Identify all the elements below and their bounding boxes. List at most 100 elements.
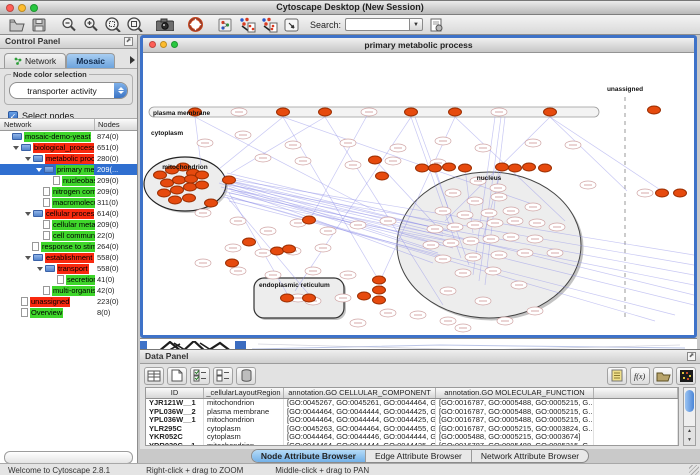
float-panel-icon[interactable]: ⬈ xyxy=(124,37,133,46)
table-row[interactable]: YJR121W__1mitochondrion[GO:0045267, GO:0… xyxy=(146,399,678,408)
import-attributes-icon[interactable] xyxy=(653,367,673,385)
tab-mosaic[interactable]: Mosaic xyxy=(66,53,115,68)
zoom-selected-region-icon[interactable] xyxy=(104,17,122,33)
zoom-out-icon[interactable] xyxy=(60,17,78,33)
tree-row-macromolecule[interactable]: macromolecule311(0) xyxy=(0,197,137,208)
tree-row-secretion[interactable]: secretion41(0) xyxy=(0,274,137,285)
graph-node[interactable] xyxy=(169,196,182,204)
tree-row-cellular-metabo[interactable]: cellular metabo209(0) xyxy=(0,219,137,230)
tree-row-primary-metabol[interactable]: primary metabol209(... xyxy=(0,164,137,175)
tree-row-metabolic-process[interactable]: metabolic process280(0) xyxy=(0,153,137,164)
tree-row-multi-organism-pro[interactable]: multi-organism pro42(0) xyxy=(0,285,137,296)
graph-node[interactable] xyxy=(303,216,316,224)
graph-node[interactable] xyxy=(184,183,197,191)
attribute-notes-icon[interactable] xyxy=(607,367,627,385)
table-column-header[interactable]: annotation.GO MOLECULAR_FUNCTION xyxy=(436,388,594,398)
export-network-image-icon[interactable] xyxy=(156,17,174,33)
graph-node[interactable] xyxy=(281,294,294,302)
table-column-header[interactable]: _cellularLayoutRegion xyxy=(204,388,284,398)
table-scrollbar-arrows[interactable]: ▲▼ xyxy=(684,426,695,445)
select-attributes-icon[interactable] xyxy=(190,367,210,385)
expander-icon[interactable] xyxy=(37,267,43,271)
graph-node[interactable] xyxy=(496,163,509,171)
graph-node[interactable] xyxy=(373,286,386,294)
delete-attribute-icon[interactable] xyxy=(236,367,256,385)
unselect-attributes-icon[interactable] xyxy=(213,367,233,385)
graph-node[interactable] xyxy=(523,163,536,171)
graph-node[interactable] xyxy=(449,108,462,116)
attribute-table-icon[interactable] xyxy=(144,367,164,385)
session-file-icon[interactable] xyxy=(427,17,445,33)
graph-node[interactable] xyxy=(283,245,296,253)
modify-network-icon[interactable] xyxy=(216,17,234,33)
expander-icon[interactable] xyxy=(36,168,42,172)
attribute-matrix-icon[interactable] xyxy=(676,367,696,385)
tree-row-cellular-process[interactable]: cellular process614(0) xyxy=(0,208,137,219)
tab-edge-attribute-browser[interactable]: Edge Attribute Browser xyxy=(365,450,471,462)
graph-node[interactable] xyxy=(373,296,386,304)
tree-column-nodes[interactable]: Nodes xyxy=(95,119,137,130)
annotation-select-icon[interactable] xyxy=(282,17,300,33)
expander-icon[interactable] xyxy=(25,212,31,216)
tree-row-nitrogen-compo[interactable]: nitrogen compo209(0) xyxy=(0,186,137,197)
tree-row-unassigned[interactable]: unassigned223(0) xyxy=(0,296,137,307)
graph-node[interactable] xyxy=(358,292,371,300)
graph-node[interactable] xyxy=(243,238,256,246)
open-session-icon[interactable] xyxy=(8,17,26,33)
graph-node[interactable] xyxy=(271,247,284,255)
tab-network-attribute-browser[interactable]: Network Attribute Browser xyxy=(471,450,588,462)
graph-node[interactable] xyxy=(376,172,389,180)
tree-row-mosaic-demo-yeast[interactable]: mosaic-demo-yeast874(0) xyxy=(0,131,137,142)
tab-network[interactable]: Network xyxy=(4,53,66,68)
tree-row-cell-communicat[interactable]: cell communicat22(0) xyxy=(0,230,137,241)
tab-scroll-right-icon[interactable] xyxy=(130,56,135,64)
tree-column-network[interactable]: Network xyxy=(0,119,95,130)
graph-node[interactable] xyxy=(161,179,174,187)
network-canvas[interactable]: plasma membranecytoplasmmitochondrionnuc… xyxy=(143,53,694,336)
table-row[interactable]: YLR295Ccytoplasm[GO:0045263, GO:0044464,… xyxy=(146,425,678,434)
help-icon[interactable] xyxy=(186,17,204,33)
graph-node[interactable] xyxy=(509,164,522,172)
graph-node[interactable] xyxy=(656,189,669,197)
graph-node[interactable] xyxy=(416,164,429,172)
function-builder-icon[interactable]: f(x) xyxy=(630,367,650,385)
graph-node[interactable] xyxy=(226,259,239,267)
tree-row-overview[interactable]: Overview8(0) xyxy=(0,307,137,318)
node-color-combobox[interactable]: transporter activity xyxy=(9,82,128,99)
tab-node-attribute-browser[interactable]: Node Attribute Browser xyxy=(252,450,365,462)
zoom-fit-content-icon[interactable] xyxy=(126,17,144,33)
tree-row-establishment-of-lo[interactable]: establishment of lo558(0) xyxy=(0,252,137,263)
tree-row-nucleobase-[interactable]: nucleobase-209(0) xyxy=(0,175,137,186)
graph-node[interactable] xyxy=(373,276,386,284)
search-input[interactable] xyxy=(345,18,409,31)
graph-node[interactable] xyxy=(158,189,171,197)
graph-node[interactable] xyxy=(183,194,196,202)
graph-node[interactable] xyxy=(459,164,472,172)
network-view-titlebar[interactable]: primary metabolic process xyxy=(143,38,694,53)
graph-node[interactable] xyxy=(544,108,557,116)
graph-node[interactable] xyxy=(539,164,552,172)
save-session-icon[interactable] xyxy=(30,17,48,33)
graph-node[interactable] xyxy=(405,108,418,116)
table-column-header[interactable]: annotation.GO CELLULAR_COMPONENT xyxy=(284,388,436,398)
table-row[interactable]: YPL036W__1mitochondrion[GO:0044464, GO:0… xyxy=(146,416,678,425)
table-column-header[interactable]: ID xyxy=(146,388,204,398)
create-attribute-icon[interactable] xyxy=(167,367,187,385)
expander-icon[interactable] xyxy=(25,157,31,161)
graph-node[interactable] xyxy=(205,199,218,207)
tree-row-biological-process[interactable]: biological_process651(0) xyxy=(0,142,137,153)
graph-node[interactable] xyxy=(369,156,382,164)
graph-node[interactable] xyxy=(173,176,186,184)
graph-node[interactable] xyxy=(429,164,442,172)
graph-node[interactable] xyxy=(277,108,290,116)
graph-node[interactable] xyxy=(171,186,184,194)
graph-node[interactable] xyxy=(154,171,167,179)
graph-node[interactable] xyxy=(303,294,316,302)
float-data-panel-icon[interactable]: ⬈ xyxy=(687,352,696,361)
table-row[interactable]: YDR039C__1mitochondrion[GO:0044464, GO:0… xyxy=(146,442,678,447)
expander-icon[interactable] xyxy=(13,146,19,150)
expander-icon[interactable] xyxy=(25,256,31,260)
layout-undo-icon[interactable] xyxy=(238,17,256,33)
graph-node[interactable] xyxy=(674,189,687,197)
layout-redo-icon[interactable] xyxy=(260,17,278,33)
